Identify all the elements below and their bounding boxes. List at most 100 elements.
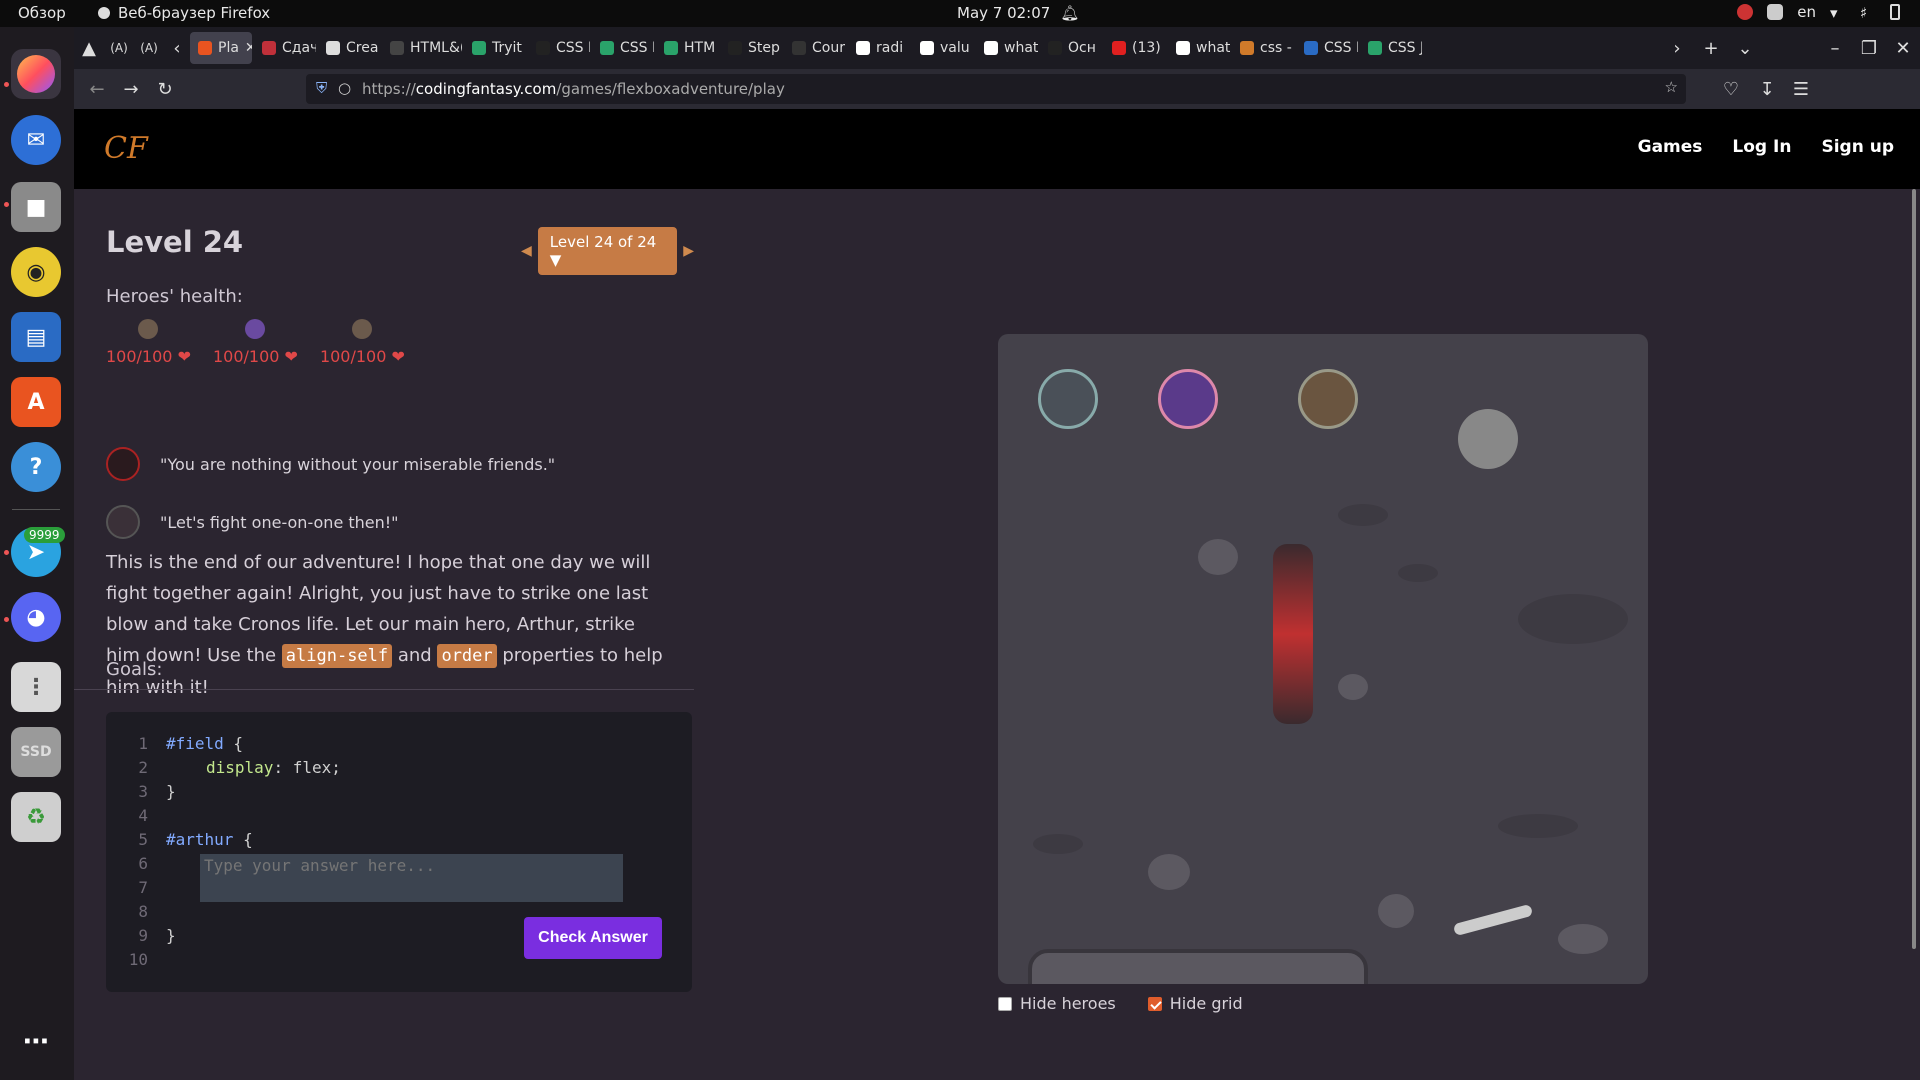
browser-tab[interactable]: what [1168, 32, 1230, 64]
instructions-pane: Level 24 ◀ Level 24 of 24 ▼ ▶ Heroes' he… [74, 189, 694, 1080]
hero-health-wizard: 100/100 ❤ [213, 319, 298, 366]
trash-icon[interactable]: ♻ [11, 792, 61, 842]
browser-tab[interactable]: radi [848, 32, 910, 64]
battery-icon[interactable] [1890, 4, 1900, 20]
browser-tab[interactable]: what [976, 32, 1038, 64]
discord-icon[interactable]: ◕ [11, 592, 61, 642]
bookmark-star-icon[interactable]: ☆ [1665, 78, 1678, 96]
shield-icon[interactable]: ⛨ [316, 79, 327, 97]
pocket-icon[interactable]: ♡ [1714, 72, 1748, 106]
tab-label: HTM [684, 40, 716, 56]
browser-tab[interactable]: Step [720, 32, 782, 64]
pinned-tab-icon[interactable]: (A) [104, 31, 134, 65]
files-icon[interactable]: ■ [11, 182, 61, 232]
knight-sprite-icon [138, 319, 159, 339]
url-bar[interactable]: ⛨ ○ https://codingfantasy.com/games/flex… [306, 74, 1686, 104]
answer-input[interactable] [200, 854, 623, 902]
ssd-label: SSD [20, 744, 52, 760]
nav-signup[interactable]: Sign up [1821, 137, 1894, 157]
browser-tab[interactable]: CSS I [1296, 32, 1358, 64]
field-selector: #field [166, 734, 224, 753]
minimize-icon[interactable]: – [1818, 31, 1852, 65]
libreoffice-writer-icon[interactable]: ▤ [11, 312, 61, 362]
disk-icon[interactable]: ⋮ [11, 662, 61, 712]
discord-tray-icon[interactable] [1767, 4, 1784, 20]
help-icon[interactable]: ? [11, 442, 61, 492]
active-app-indicator[interactable]: Веб-браузер Firefox [98, 4, 270, 22]
page-scrollbar[interactable] [1912, 189, 1916, 949]
tab-label: Сдач [282, 40, 316, 56]
close-icon[interactable]: ✕ [1886, 31, 1920, 65]
prev-level-icon[interactable]: ◀ [521, 243, 532, 259]
wifi-icon[interactable]: ▾ [1830, 4, 1846, 22]
tab-favicon-icon [390, 41, 404, 55]
browser-tab[interactable]: Сдач [254, 32, 316, 64]
hero-quote: "Let's fight one-on-one then!" [106, 505, 399, 539]
back-icon[interactable]: ← [80, 72, 114, 106]
activities-button[interactable]: Обзор [18, 4, 66, 22]
app-center-icon[interactable]: A [11, 377, 61, 427]
pinned-tab-icon[interactable]: (A) [134, 31, 164, 65]
tab-favicon-icon [856, 41, 870, 55]
tab-close-icon[interactable]: ✕ [245, 40, 252, 56]
nav-games[interactable]: Games [1638, 137, 1703, 157]
browser-tab[interactable]: CSS J [1360, 32, 1422, 64]
browser-tab[interactable]: Осн [1040, 32, 1102, 64]
restore-icon[interactable]: ❐ [1852, 31, 1886, 65]
system-tray[interactable]: en ▾ ♯ [1737, 3, 1900, 22]
nav-login[interactable]: Log In [1732, 137, 1791, 157]
display-property: display [206, 758, 274, 777]
line-number: 8 [138, 902, 148, 921]
browser-tab[interactable]: Tryit [464, 32, 526, 64]
tab-favicon-icon [728, 41, 742, 55]
next-level-icon[interactable]: ▶ [683, 243, 694, 259]
tab-scroll-left-icon[interactable]: ‹ [164, 31, 190, 65]
tab-scroll-right-icon[interactable]: › [1660, 31, 1694, 65]
browser-tab[interactable]: CSS I [592, 32, 654, 64]
firefox-icon[interactable] [11, 49, 61, 99]
code-editor: 1 2 3 4 5 6 7 8 9 10 #field { display: flex; } #a… [106, 712, 692, 992]
thunderbird-icon[interactable]: ✉ [11, 115, 61, 165]
browser-tab[interactable]: Crea [318, 32, 380, 64]
reload-icon[interactable]: ↻ [148, 72, 182, 106]
volume-icon[interactable]: ♯ [1860, 4, 1876, 22]
tab-favicon-icon [1048, 41, 1062, 55]
order-code: order [437, 644, 497, 668]
hide-grid-option[interactable]: Hide grid [1147, 994, 1243, 1013]
browser-tab[interactable]: HTM [656, 32, 718, 64]
level-dropdown[interactable]: Level 24 of 24 ▼ [537, 227, 678, 275]
new-tab-icon[interactable]: + [1694, 31, 1728, 65]
hero-hp: 100/100 [319, 347, 387, 366]
browser-tab[interactable]: CSS I [528, 32, 590, 64]
chrome-tray-icon[interactable] [1737, 4, 1754, 20]
hero-health-arthur: 100/100 ❤ [106, 319, 191, 366]
rhythmbox-icon[interactable]: ◉ [11, 247, 61, 297]
tab-favicon-icon [262, 41, 276, 55]
game-field [998, 334, 1648, 984]
ground-patch [1033, 834, 1083, 854]
browser-tab[interactable]: (13) I [1104, 32, 1166, 64]
browser-tab[interactable]: Pla ✕ [190, 32, 252, 64]
forward-icon[interactable]: → [114, 72, 148, 106]
tab-list-icon[interactable]: ⌄ [1728, 31, 1762, 65]
hide-heroes-checkbox[interactable] [998, 996, 1012, 1011]
hide-grid-checkbox[interactable] [1147, 996, 1162, 1011]
tab-label: (13) I [1132, 40, 1166, 56]
clock[interactable]: May 7 02:07 🔔︎ [957, 4, 1079, 22]
browser-tab[interactable]: valu [912, 32, 974, 64]
browser-tab[interactable]: HTML&( [382, 32, 462, 64]
browser-tab[interactable]: css - [1232, 32, 1294, 64]
show-apps-icon[interactable]: ⋯ [11, 1017, 61, 1067]
lock-icon[interactable]: ○ [338, 79, 351, 97]
site-logo[interactable]: CF [104, 131, 148, 166]
language-indicator[interactable]: en [1797, 3, 1816, 21]
tab-favicon-icon [1176, 41, 1190, 55]
downloads-icon[interactable]: ↧ [1750, 72, 1784, 106]
hide-heroes-option[interactable]: Hide heroes [998, 994, 1116, 1013]
ssd-drive-icon[interactable]: SSD [11, 727, 61, 777]
pinned-tab-icon[interactable]: ▲ [74, 31, 104, 65]
check-answer-button[interactable]: Check Answer [524, 917, 662, 959]
browser-tab[interactable]: Cour [784, 32, 846, 64]
menu-icon[interactable]: ☰ [1784, 72, 1818, 106]
tab-favicon-icon [600, 41, 614, 55]
